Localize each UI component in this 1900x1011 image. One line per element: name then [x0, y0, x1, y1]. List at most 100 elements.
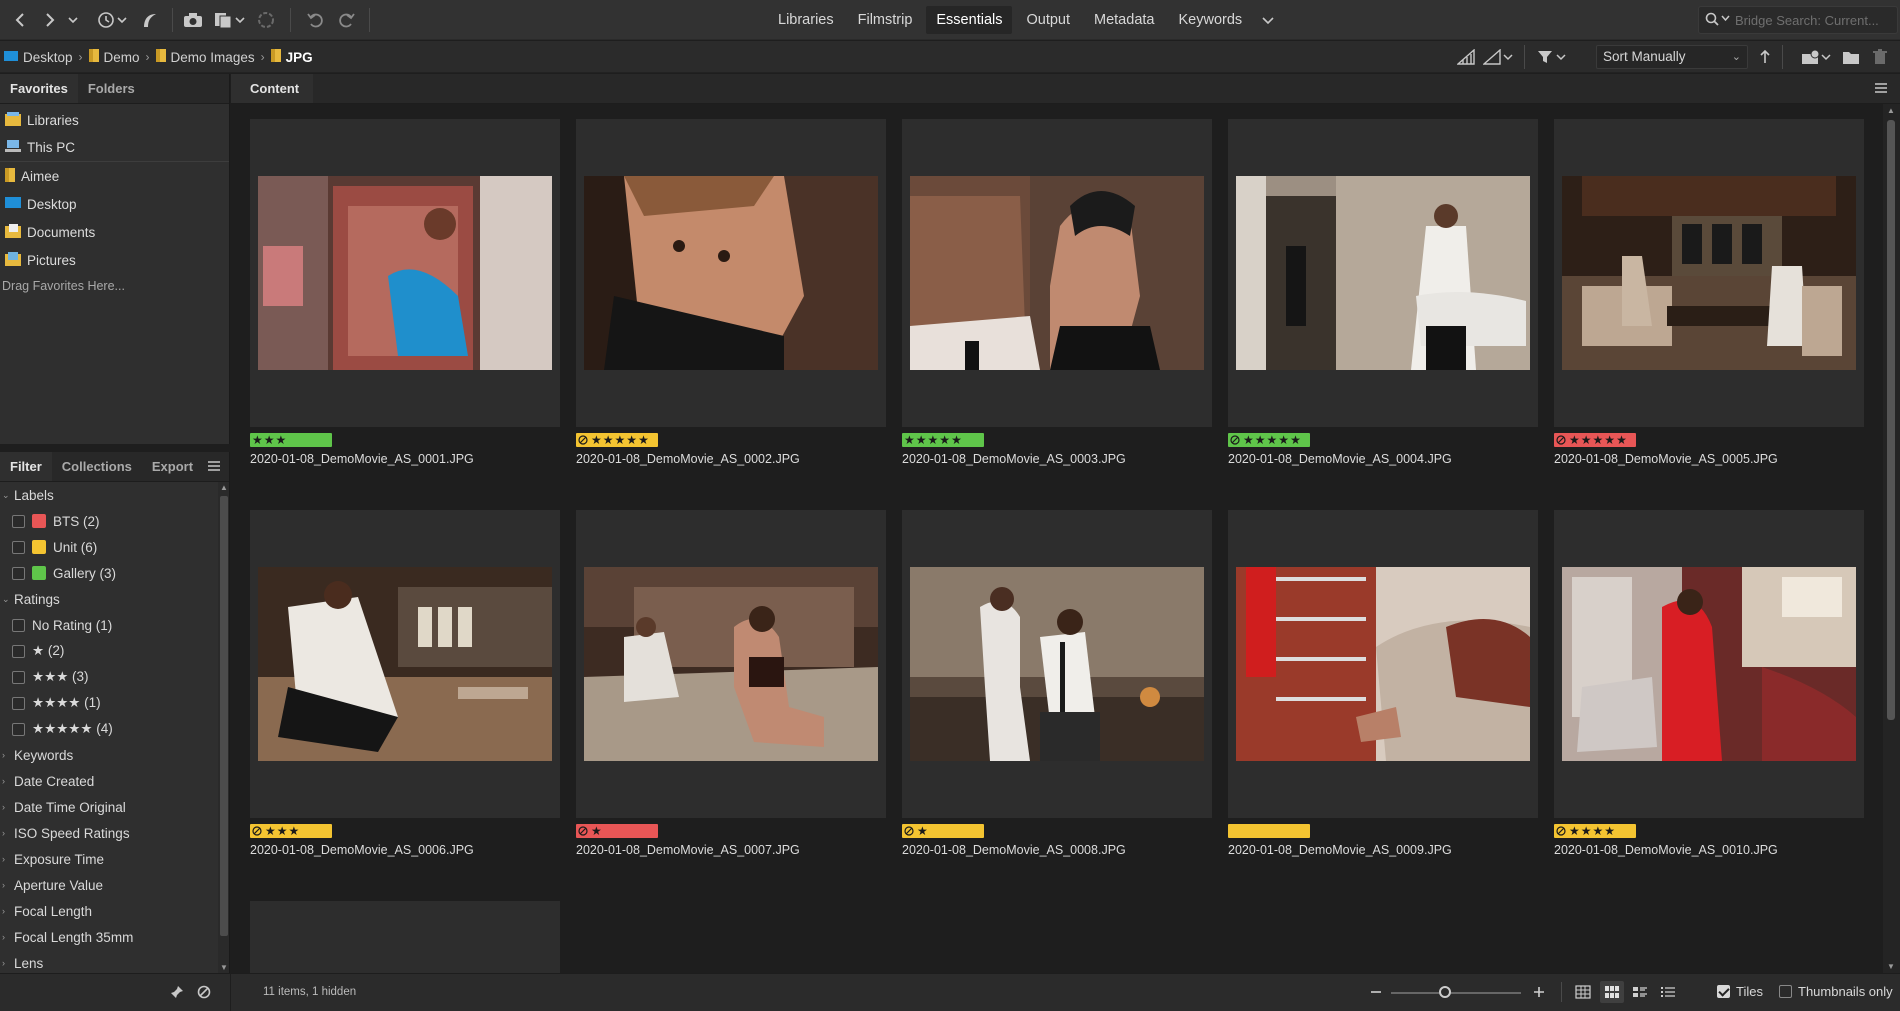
favorite-item-this-pc[interactable]: This PC: [0, 134, 229, 162]
copy-icon[interactable]: [213, 8, 247, 32]
filter-label-unit[interactable]: Unit (6): [0, 534, 218, 560]
lock-grid-icon[interactable]: [1571, 981, 1595, 1003]
tab-collections[interactable]: Collections: [52, 452, 142, 481]
tab-folders[interactable]: Folders: [78, 74, 145, 103]
thumbnails-only-checkbox[interactable]: [1779, 985, 1792, 998]
favorite-item-documents[interactable]: Documents: [0, 218, 229, 246]
label-rating-bar[interactable]: ★ ★ ★: [250, 824, 332, 838]
star-icon[interactable]: ★: [1581, 433, 1592, 447]
pin-icon[interactable]: [168, 982, 186, 1002]
reject-icon[interactable]: [1556, 435, 1566, 445]
breadcrumb-demo[interactable]: Demo: [88, 49, 140, 65]
thumbnail-quality-icon[interactable]: [1482, 45, 1516, 69]
star-icon[interactable]: ★: [1290, 433, 1301, 447]
thumbnail-tile[interactable]: ★ 2020-01-08_DemoMovie_AS_0008.JPG: [902, 510, 1212, 900]
thumbnail-tile[interactable]: ★ ★ ★ 2020-01-08_DemoMovie_AS_0006.JPG: [250, 510, 560, 900]
forward-icon[interactable]: [40, 8, 60, 32]
open-recent-file-icon[interactable]: [1800, 45, 1834, 69]
thumbnail-tile[interactable]: [250, 901, 560, 973]
thumbnail-tile[interactable]: ★ ★ ★ ★ ★ 2020-01-08_DemoMovie_AS_0002.JPG: [576, 119, 886, 509]
favorite-item-libraries[interactable]: Libraries: [0, 106, 229, 134]
rotate-left-icon[interactable]: [305, 8, 327, 32]
filter-label-gallery[interactable]: Gallery (3): [0, 560, 218, 586]
favorite-item-desktop[interactable]: Desktop: [0, 190, 229, 218]
filter-section-exposure-time[interactable]: › Exposure Time: [0, 846, 218, 872]
star-icon[interactable]: ★: [1581, 824, 1592, 838]
back-icon[interactable]: [10, 8, 30, 32]
breadcrumb-jpg[interactable]: JPG: [270, 49, 313, 65]
tab-favorites[interactable]: Favorites: [0, 74, 78, 103]
filter-section-lens[interactable]: › Lens: [0, 950, 218, 973]
reject-icon[interactable]: [252, 826, 262, 836]
panel-menu-icon[interactable]: [207, 460, 221, 475]
thumbnail-image[interactable]: [258, 567, 552, 761]
star-icon[interactable]: ★: [289, 824, 300, 838]
star-icon[interactable]: ★: [1604, 433, 1615, 447]
thumbnail-tile[interactable]: ★ ★ ★ ★ 2020-01-08_DemoMovie_AS_0010.JPG: [1554, 510, 1864, 900]
file-name[interactable]: 2020-01-08_DemoMovie_AS_0006.JPG: [250, 843, 474, 857]
scrollbar-thumb[interactable]: [1887, 120, 1895, 720]
reject-icon[interactable]: [1230, 435, 1240, 445]
thumbnail-image[interactable]: [910, 176, 1204, 370]
star-icon[interactable]: ★: [638, 433, 649, 447]
label-rating-bar[interactable]: ★ ★ ★: [250, 433, 332, 447]
workspace-tab-output[interactable]: Output: [1016, 6, 1080, 34]
star-icon[interactable]: ★: [265, 824, 276, 838]
star-icon[interactable]: ★: [264, 433, 275, 447]
thumbnail-tile[interactable]: 2020-01-08_DemoMovie_AS_0009.JPG: [1228, 510, 1538, 900]
camera-icon[interactable]: [182, 8, 204, 32]
filter-scrollbar[interactable]: ▲ ▼: [218, 482, 229, 973]
favorite-item-pictures[interactable]: Pictures: [0, 246, 229, 274]
view-thumbnails-icon[interactable]: [1600, 981, 1624, 1003]
thumbnail-image[interactable]: [910, 567, 1204, 761]
star-icon[interactable]: ★: [1569, 433, 1580, 447]
label-rating-bar[interactable]: ★ ★ ★ ★ ★: [902, 433, 984, 447]
label-rating-bar[interactable]: ★: [902, 824, 984, 838]
star-icon[interactable]: ★: [277, 824, 288, 838]
star-icon[interactable]: ★: [603, 433, 614, 447]
breadcrumb-desktop[interactable]: Desktop: [4, 50, 73, 65]
star-icon[interactable]: ★: [276, 433, 287, 447]
tiles-toggle[interactable]: Tiles: [1717, 984, 1763, 999]
thumbnails-only-toggle[interactable]: Thumbnails only: [1779, 984, 1893, 999]
thumbnail-tile[interactable]: ★ ★ ★ 2020-01-08_DemoMovie_AS_0001.JPG: [250, 119, 560, 509]
file-name[interactable]: 2020-01-08_DemoMovie_AS_0007.JPG: [576, 843, 800, 857]
new-folder-icon[interactable]: [1841, 45, 1861, 69]
filter-label-bts[interactable]: BTS (2): [0, 508, 218, 534]
reject-icon[interactable]: [904, 826, 914, 836]
star-icon[interactable]: ★: [928, 433, 939, 447]
star-icon[interactable]: ★: [939, 433, 950, 447]
filter-section-date-time-original[interactable]: › Date Time Original: [0, 794, 218, 820]
panel-menu-icon[interactable]: [1874, 82, 1888, 97]
scroll-down-icon[interactable]: ▼: [1887, 962, 1895, 971]
scroll-up-icon[interactable]: ▲: [220, 483, 228, 492]
file-name[interactable]: 2020-01-08_DemoMovie_AS_0004.JPG: [1228, 452, 1452, 466]
chevron-down-icon[interactable]: [66, 8, 80, 32]
thumbnail-image[interactable]: [1562, 567, 1856, 761]
reject-icon[interactable]: [578, 435, 588, 445]
star-icon[interactable]: ★: [917, 824, 928, 838]
filter-checkbox[interactable]: [12, 540, 25, 554]
view-details-icon[interactable]: [1628, 981, 1652, 1003]
star-icon[interactable]: ★: [1616, 433, 1627, 447]
view-list-icon[interactable]: [1656, 981, 1680, 1003]
star-icon[interactable]: ★: [591, 824, 602, 838]
label-rating-bar[interactable]: [1228, 824, 1310, 838]
thumbnail-size-slider[interactable]: [1391, 992, 1521, 994]
zoom-in-icon[interactable]: [1531, 982, 1547, 1002]
content-scrollbar[interactable]: ▲ ▼: [1883, 104, 1900, 973]
filter-checkbox[interactable]: [12, 670, 25, 684]
label-rating-bar[interactable]: ★ ★ ★ ★ ★: [1228, 433, 1310, 447]
breadcrumb-demo-images[interactable]: Demo Images: [155, 49, 255, 65]
scrollbar-thumb[interactable]: [220, 496, 228, 936]
tab-filter[interactable]: Filter: [0, 452, 52, 481]
search-icon[interactable]: [1705, 12, 1731, 29]
star-icon[interactable]: ★: [951, 433, 962, 447]
filter-section-aperture[interactable]: › Aperture Value: [0, 872, 218, 898]
filter-section-iso[interactable]: › ISO Speed Ratings: [0, 820, 218, 846]
filter-rating-4[interactable]: ★★★★ (1): [0, 690, 218, 716]
thumbnail-tile[interactable]: ★ ★ ★ ★ ★ 2020-01-08_DemoMovie_AS_0005.JPG: [1554, 119, 1864, 509]
tab-content[interactable]: Content: [231, 74, 314, 103]
tiles-checkbox[interactable]: [1717, 985, 1730, 998]
workspace-more-icon[interactable]: [1256, 6, 1280, 34]
